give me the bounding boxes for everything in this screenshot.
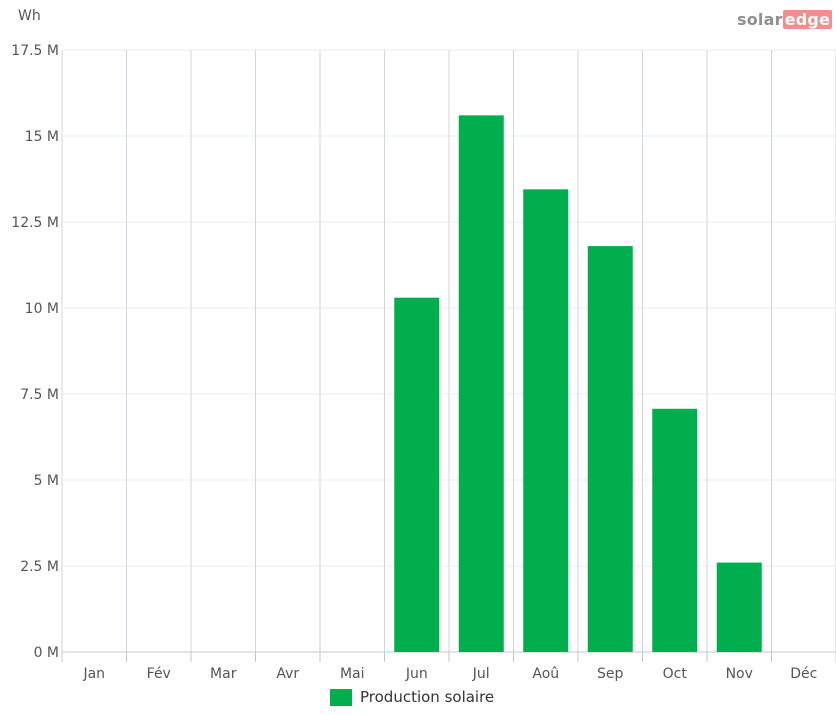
bar-Jul bbox=[458, 115, 504, 653]
bar-Nov bbox=[716, 562, 762, 652]
bar-Jun bbox=[394, 297, 440, 652]
x-tick-label: Sep bbox=[597, 666, 624, 682]
x-tick-label: Fév bbox=[147, 666, 171, 682]
x-tick-label: Déc bbox=[790, 666, 817, 682]
y-tick-label: 15 M bbox=[25, 129, 59, 145]
x-tick-label: Jul bbox=[472, 666, 490, 682]
x-tick-label: Aoû bbox=[532, 666, 559, 682]
x-tick-label: Nov bbox=[726, 666, 753, 682]
bar-Aoû bbox=[523, 189, 569, 652]
x-tick-label: Jun bbox=[405, 666, 428, 682]
x-tick-label: Avr bbox=[276, 666, 299, 682]
bar-chart: 0 M 2.5 M 5 M 7.5 M 10 M 12.5 M 15 M 17.5 M Jan F… bbox=[11, 43, 836, 682]
y-tick-label: 0 M bbox=[34, 645, 59, 661]
y-tick-label: 5 M bbox=[34, 473, 59, 489]
y-tick-label: 10 M bbox=[25, 301, 59, 317]
y-tick-label: 2.5 M bbox=[20, 559, 59, 575]
y-tick-label: 12.5 M bbox=[11, 215, 59, 231]
bar-Sep bbox=[587, 246, 633, 652]
bar-Oct bbox=[652, 408, 698, 652]
x-tick-label: Mar bbox=[210, 666, 237, 682]
legend[interactable]: Production solaire bbox=[330, 688, 494, 706]
x-tick-label: Oct bbox=[663, 666, 688, 682]
x-tick-label: Mai bbox=[340, 666, 365, 682]
legend-swatch bbox=[330, 688, 352, 706]
y-tick-label: 7.5 M bbox=[20, 387, 59, 403]
x-tick-label: Jan bbox=[82, 666, 105, 682]
legend-label: Production solaire bbox=[360, 688, 495, 706]
y-tick-label: 17.5 M bbox=[11, 43, 59, 59]
